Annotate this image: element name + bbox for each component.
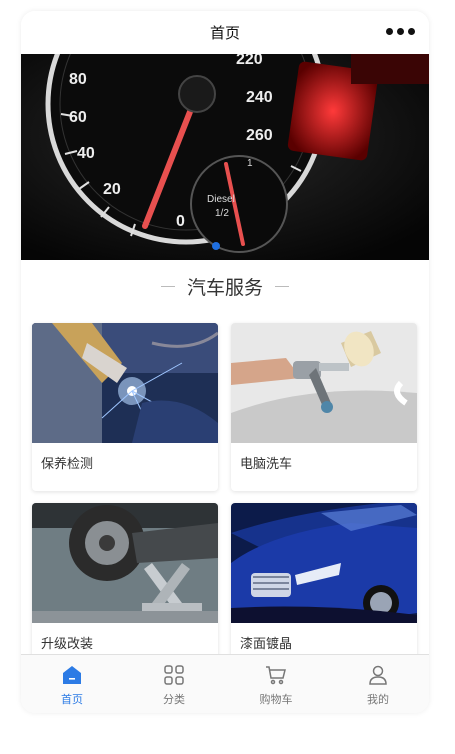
page-title: 首页: [209, 24, 240, 42]
tab-label: 首页: [61, 693, 83, 706]
divider-line: [160, 285, 175, 287]
gauge-label: 1: [247, 158, 253, 169]
user-icon: [369, 665, 387, 685]
gauge-label: Diesel: [207, 194, 235, 205]
home-icon: [63, 666, 81, 684]
navigation-bar: 首页: [21, 11, 429, 54]
gauge-number: 80: [69, 71, 87, 88]
banner-carousel[interactable]: 80 60 40 20 0 220 240 260 Diesel 1/2 1: [21, 54, 429, 260]
more-options-icon[interactable]: [386, 28, 415, 35]
gauge-label: 1/2: [215, 208, 229, 219]
gauge-number: 20: [103, 181, 121, 198]
service-card-coating[interactable]: 漆面镀晶: [231, 503, 417, 671]
gauge-number: 40: [77, 145, 95, 162]
section-heading: 汽车服务: [21, 263, 429, 309]
car-jack-image: [32, 503, 218, 623]
tab-label: 分类: [163, 693, 185, 706]
carousel-indicator-dot[interactable]: [212, 242, 220, 250]
blue-car-image: [231, 503, 417, 623]
phone-frame: 首页 80 60 40 20 0 220 240 260 Diesel 1/2 …: [21, 11, 429, 713]
grid-icon: [164, 665, 184, 685]
tab-label: 我的: [367, 693, 389, 706]
service-card-car-wash[interactable]: 电脑洗车: [231, 323, 417, 491]
service-card-upgrade[interactable]: 升级改装: [32, 503, 218, 671]
tab-profile[interactable]: 我的: [327, 655, 429, 713]
dashboard-gauge-image: 80 60 40 20 0 220 240 260 Diesel 1/2 1: [21, 54, 429, 260]
section-title: 汽车服务: [186, 276, 263, 299]
divider-line: [275, 285, 289, 287]
gauge-number: 0: [176, 213, 185, 230]
service-card-maintenance[interactable]: 保养检测: [32, 323, 218, 491]
tab-category[interactable]: 分类: [123, 655, 225, 713]
cart-icon: [266, 666, 286, 685]
tab-label: 购物车: [259, 693, 293, 706]
service-label: 保养检测: [41, 457, 94, 472]
gauge-number: 60: [69, 109, 87, 126]
gauge-number: 220: [236, 54, 263, 68]
gauge-number: 260: [246, 127, 273, 144]
welding-image: [32, 323, 218, 443]
tab-bar: 首页 分类 购物车 我的: [21, 654, 429, 713]
gauge-number: 240: [246, 89, 273, 106]
spray-paint-image: [231, 323, 417, 443]
tab-cart[interactable]: 购物车: [225, 655, 327, 713]
tab-home[interactable]: 首页: [21, 655, 123, 713]
service-label: 电脑洗车: [240, 457, 293, 472]
